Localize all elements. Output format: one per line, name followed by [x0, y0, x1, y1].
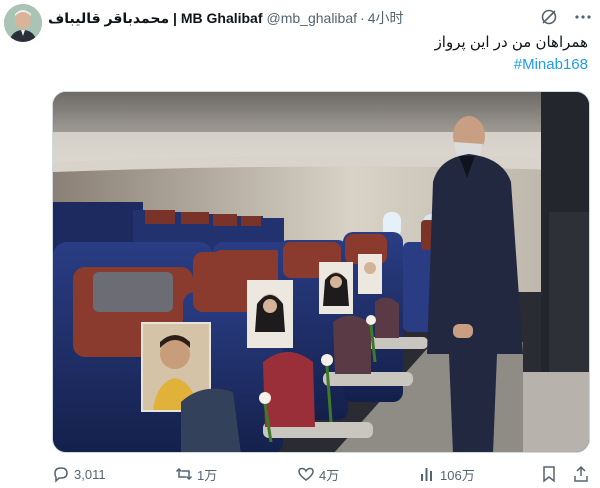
like-icon [298, 467, 314, 481]
views-count: 106万 [440, 467, 475, 483]
grok-icon[interactable] [540, 8, 558, 26]
reply-count: 3,011 [74, 466, 106, 482]
reply-button[interactable]: 3,011 [52, 464, 106, 484]
share-icon [574, 465, 588, 482]
post-header: محمدباقر قالیباف | MB Ghalibaf @mb_ghali… [48, 8, 592, 28]
share-button[interactable] [572, 464, 590, 484]
hashtag-link[interactable]: #Minab168 [514, 54, 588, 76]
like-button[interactable]: 4万 [297, 464, 339, 484]
action-bar: 3,011 1万 4万 106万 [52, 464, 592, 484]
header-actions [540, 8, 592, 26]
repost-count: 1万 [197, 467, 218, 483]
separator-dot: · [360, 10, 365, 26]
avatar[interactable] [4, 4, 42, 42]
post-text: همراهان من در این پرواز [434, 34, 588, 51]
views-icon [421, 468, 432, 481]
user-handle[interactable]: @mb_ghalibaf [267, 10, 358, 26]
post-image[interactable] [52, 91, 590, 453]
bookmark-icon [543, 466, 555, 483]
post-time[interactable]: 4小时 [368, 8, 404, 28]
bookmark-button[interactable] [540, 464, 558, 484]
like-count: 4万 [319, 467, 340, 483]
repost-button[interactable]: 1万 [175, 464, 217, 484]
repost-icon [175, 467, 193, 481]
display-name[interactable]: محمدباقر قالیباف | MB Ghalibaf [48, 10, 263, 27]
views-button[interactable]: 106万 [418, 464, 475, 484]
more-icon[interactable] [574, 8, 592, 26]
reply-icon [54, 467, 68, 483]
